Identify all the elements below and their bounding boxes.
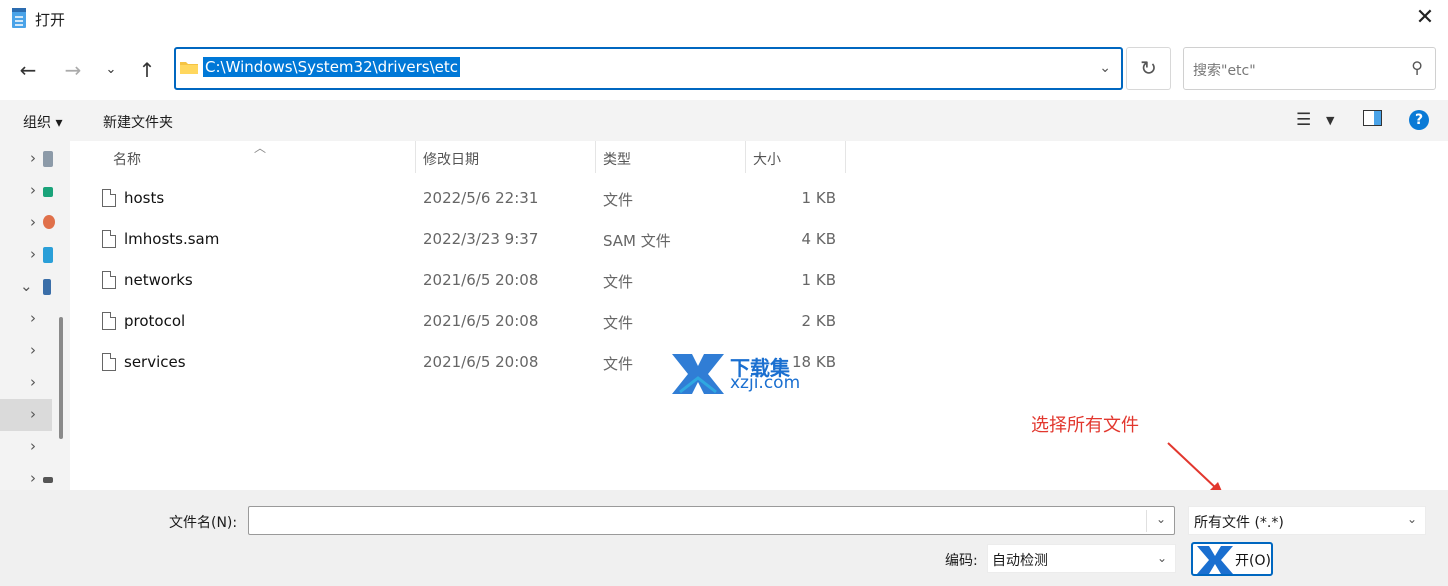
filename-history-chevron-icon[interactable]: ⌄ — [1156, 512, 1166, 526]
help-icon[interactable]: ? — [1409, 110, 1429, 130]
column-separator[interactable] — [845, 141, 846, 173]
nav-item[interactable]: › — [0, 463, 70, 490]
column-separator[interactable] — [415, 141, 416, 173]
address-bar[interactable]: C:\Windows\System32\drivers\etc ⌄ — [174, 47, 1123, 90]
video-icon — [43, 247, 53, 263]
nav-item[interactable]: › — [0, 239, 70, 271]
nav-item[interactable]: › — [0, 143, 70, 175]
column-header-type[interactable]: 类型 — [603, 149, 631, 169]
address-path[interactable]: C:\Windows\System32\drivers\etc — [203, 57, 461, 77]
file-icon — [102, 353, 116, 371]
notepad-icon — [12, 8, 26, 28]
encoding-label: 编码: — [945, 553, 978, 569]
nav-item[interactable]: › — [0, 175, 70, 207]
encoding-select[interactable]: 自动检测 ⌄ — [987, 544, 1176, 573]
address-dropdown-chevron-icon[interactable]: ⌄ — [1099, 60, 1111, 76]
file-icon — [102, 230, 116, 248]
search-box[interactable]: 搜索"etc" ⚲ — [1183, 47, 1436, 90]
refresh-button[interactable]: ↻ — [1126, 47, 1171, 90]
sort-ascending-icon: ︿ — [254, 141, 267, 155]
column-header-modified[interactable]: 修改日期 — [423, 149, 479, 169]
up-arrow-icon[interactable]: ↑ — [133, 56, 161, 84]
column-separator[interactable] — [595, 141, 596, 173]
view-list-icon[interactable]: ☰ — [1296, 110, 1311, 130]
watermark-overlay-icon — [1197, 546, 1233, 574]
back-arrow-icon[interactable]: ← — [14, 56, 42, 84]
filename-label: 文件名(N): — [169, 515, 238, 531]
expand-arrow-icon[interactable]: › — [30, 309, 36, 327]
expand-arrow-icon[interactable]: › — [30, 469, 36, 487]
expand-arrow-icon[interactable]: › — [30, 181, 36, 199]
dialog-footer: 文件名(N): ⌄ 所有文件 (*.*) ⌄ 编码: 自动检测 ⌄ 开(O) — [0, 490, 1448, 586]
command-toolbar: 组织 ▾ 新建文件夹 ☰ ▼ ? — [0, 100, 1448, 141]
collapse-arrow-icon[interactable]: ⌄ — [20, 277, 33, 295]
expand-arrow-icon[interactable]: › — [30, 405, 36, 423]
watermark-logo: 下载集 xzji.com — [670, 352, 820, 397]
nav-item-this-pc[interactable]: ⌄ — [0, 271, 70, 303]
nav-item-selected[interactable]: › — [0, 399, 52, 431]
column-separator[interactable] — [745, 141, 746, 173]
search-placeholder: 搜索"etc" — [1193, 63, 1256, 79]
search-icon[interactable]: ⚲ — [1411, 58, 1423, 77]
organize-menu[interactable]: 组织 ▾ — [23, 112, 62, 132]
watermark-url: xzji.com — [730, 373, 801, 393]
navigation-pane: › › › › ⌄ › › › › › › — [0, 141, 70, 490]
computer-icon — [43, 279, 51, 295]
file-list: ︿ 名称 修改日期 类型 大小 hosts 2022/5/6 22:31 文件 … — [70, 141, 1448, 490]
recent-locations-chevron-icon[interactable]: ⌄ — [97, 56, 125, 84]
forward-arrow-icon[interactable]: → — [59, 56, 87, 84]
close-button[interactable]: ✕ — [1410, 4, 1440, 34]
music-icon — [43, 215, 55, 229]
drive-icon — [43, 151, 53, 167]
preview-pane-icon[interactable] — [1363, 110, 1382, 131]
expand-arrow-icon[interactable]: › — [30, 437, 36, 455]
file-icon — [102, 189, 116, 207]
sidebar-scrollbar[interactable] — [59, 317, 63, 439]
table-row[interactable]: hosts 2022/5/6 22:31 文件 1 KB — [70, 179, 870, 220]
expand-arrow-icon[interactable]: › — [30, 213, 36, 231]
column-header-name[interactable]: 名称 — [113, 149, 141, 169]
expand-arrow-icon[interactable]: › — [30, 373, 36, 391]
title-bar: 打开 ✕ — [0, 0, 1448, 38]
filename-field[interactable]: ⌄ — [248, 506, 1175, 535]
expand-arrow-icon[interactable]: › — [30, 149, 36, 167]
new-folder-button[interactable]: 新建文件夹 — [103, 112, 173, 132]
file-icon — [102, 312, 116, 330]
open-button[interactable]: 开(O) — [1191, 542, 1273, 576]
table-row[interactable]: protocol 2021/6/5 20:08 文件 2 KB — [70, 302, 870, 343]
annotation-text: 选择所有文件 — [1031, 415, 1139, 436]
navigation-bar: ← → ⌄ ↑ C:\Windows\System32\drivers\etc … — [0, 38, 1448, 100]
expand-arrow-icon[interactable]: › — [30, 341, 36, 359]
table-row[interactable]: lmhosts.sam 2022/3/23 9:37 SAM 文件 4 KB — [70, 220, 870, 261]
watermark-x-icon — [672, 354, 724, 394]
drive-icon — [43, 477, 53, 483]
chevron-down-icon[interactable]: ⌄ — [1157, 551, 1167, 565]
view-options-chevron-icon[interactable]: ▼ — [1326, 114, 1334, 127]
expand-arrow-icon[interactable]: › — [30, 245, 36, 263]
folder-icon — [180, 62, 198, 74]
file-type-select[interactable]: 所有文件 (*.*) ⌄ — [1188, 506, 1426, 535]
chevron-down-icon[interactable]: ⌄ — [1407, 512, 1417, 526]
table-row[interactable]: networks 2021/6/5 20:08 文件 1 KB — [70, 261, 870, 302]
window-title: 打开 — [35, 11, 66, 29]
file-icon — [102, 271, 116, 289]
download-icon — [43, 187, 53, 197]
nav-item[interactable]: › — [0, 207, 70, 239]
column-header-size[interactable]: 大小 — [753, 149, 781, 169]
field-divider — [1146, 510, 1147, 532]
